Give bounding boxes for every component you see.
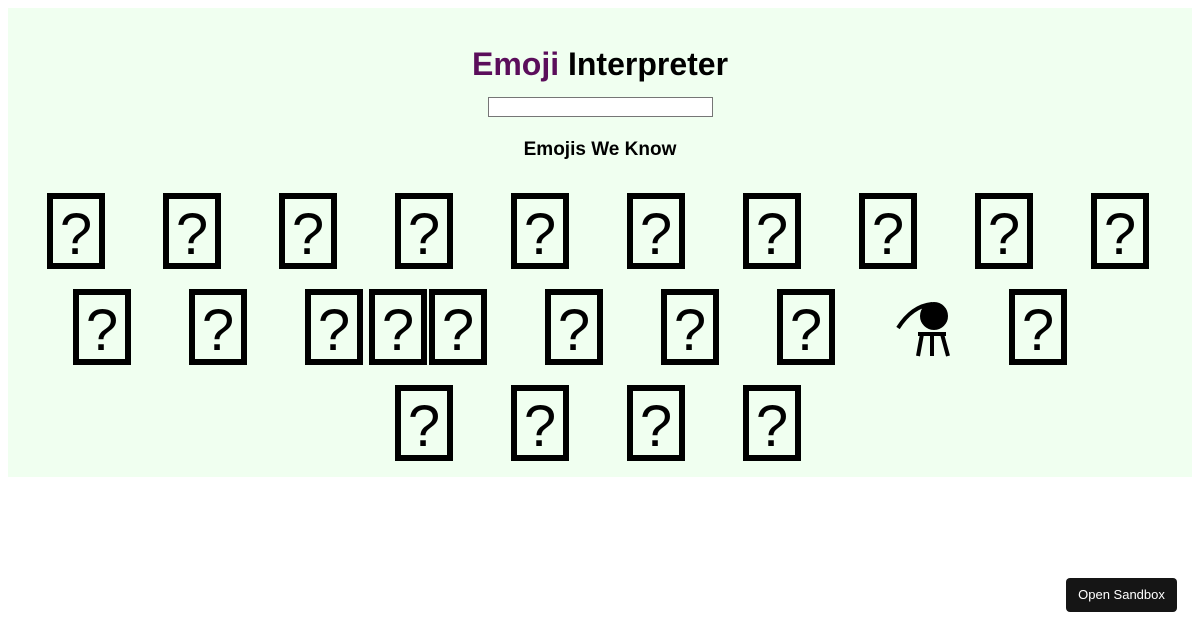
emoji-item[interactable] — [892, 288, 956, 368]
missing-glyph-icon: ? — [429, 289, 487, 365]
missing-glyph-icon: ? — [189, 289, 247, 365]
section-heading: Emojis We Know — [523, 139, 677, 160]
svg-text:?: ? — [442, 298, 474, 363]
missing-glyph-icon: ? — [661, 289, 719, 365]
missing-glyph-icon: ? — [511, 193, 569, 269]
emoji-item[interactable]: ? — [626, 384, 690, 464]
page-title: Emoji Interpreter — [8, 44, 1192, 84]
emoji-item[interactable]: ? — [72, 288, 136, 368]
svg-text:?: ? — [202, 298, 234, 363]
emoji-item[interactable]: ? — [776, 288, 840, 368]
missing-glyph-icon: ? — [1091, 193, 1149, 269]
emoji-item[interactable]: ? — [510, 384, 574, 464]
missing-glyph-icon: ? — [777, 289, 835, 365]
missing-glyph-icon: ? — [627, 193, 685, 269]
emoji-item[interactable]: ? — [162, 192, 226, 272]
svg-text:?: ? — [872, 202, 904, 267]
svg-text:?: ? — [558, 298, 590, 363]
svg-text:?: ? — [756, 202, 788, 267]
svg-text:?: ? — [318, 298, 350, 363]
missing-glyph-icon: ?? — [305, 289, 427, 365]
svg-text:?: ? — [292, 202, 324, 267]
svg-text:?: ? — [1104, 202, 1136, 267]
svg-text:?: ? — [988, 202, 1020, 267]
svg-text:?: ? — [86, 298, 118, 363]
svg-text:?: ? — [756, 394, 788, 459]
missing-glyph-icon: ? — [395, 385, 453, 461]
missing-glyph-icon: ? — [859, 193, 917, 269]
svg-text:?: ? — [640, 202, 672, 267]
svg-text:?: ? — [524, 202, 556, 267]
emoji-item[interactable]: ? — [858, 192, 922, 272]
missing-glyph-icon: ? — [511, 385, 569, 461]
emoji-item[interactable]: ? — [974, 192, 1038, 272]
emoji-interpreter-app: Emoji Interpreter Emojis We Know ???????… — [8, 8, 1192, 477]
emoji-item[interactable]: ? — [510, 192, 574, 272]
emoji-item[interactable]: ? — [394, 384, 458, 464]
emoji-item[interactable]: ? — [1008, 288, 1072, 368]
emoji-item[interactable]: ? — [394, 192, 458, 272]
emoji-item[interactable]: ? — [46, 192, 110, 272]
emoji-item[interactable]: ? — [188, 288, 252, 368]
svg-text:?: ? — [524, 394, 556, 459]
missing-glyph-icon: ? — [743, 193, 801, 269]
emoji-item[interactable]: ? — [660, 288, 724, 368]
svg-text:?: ? — [408, 394, 440, 459]
missing-glyph-icon: ? — [743, 385, 801, 461]
emoji-item[interactable]: ? — [544, 288, 608, 368]
missing-glyph-icon: ? — [47, 193, 105, 269]
svg-text:?: ? — [176, 202, 208, 267]
emoji-item[interactable]: ? — [428, 288, 492, 368]
svg-text:?: ? — [382, 298, 414, 363]
missing-glyph-icon: ? — [1009, 289, 1067, 365]
title-accent: Emoji — [471, 46, 560, 82]
svg-text:?: ? — [60, 202, 92, 267]
emoji-item[interactable]: ? — [1090, 192, 1154, 272]
emoji-item[interactable]: ? — [742, 192, 806, 272]
missing-glyph-icon: ? — [73, 289, 131, 365]
title-rest: Interpreter — [567, 46, 729, 82]
missing-glyph-icon: ? — [163, 193, 221, 269]
emoji-item[interactable]: ? — [278, 192, 342, 272]
missing-glyph-icon: ? — [279, 193, 337, 269]
emoji-search-input[interactable] — [488, 97, 713, 117]
svg-text:?: ? — [640, 394, 672, 459]
emoji-item[interactable]: ? — [626, 192, 690, 272]
missing-glyph-icon: ? — [975, 193, 1033, 269]
missing-glyph-icon: ? — [627, 385, 685, 461]
open-sandbox-button[interactable]: Open Sandbox — [1066, 578, 1177, 612]
svg-text:?: ? — [674, 298, 706, 363]
emoji-item[interactable]: ? — [742, 384, 806, 464]
svg-text:?: ? — [790, 298, 822, 363]
emoji-item[interactable]: ?? — [304, 288, 432, 368]
missing-glyph-icon: ? — [395, 193, 453, 269]
svg-text:?: ? — [408, 202, 440, 267]
person-in-lotus-position-icon — [896, 302, 950, 357]
missing-glyph-icon: ? — [545, 289, 603, 365]
svg-text:?: ? — [1022, 298, 1054, 363]
